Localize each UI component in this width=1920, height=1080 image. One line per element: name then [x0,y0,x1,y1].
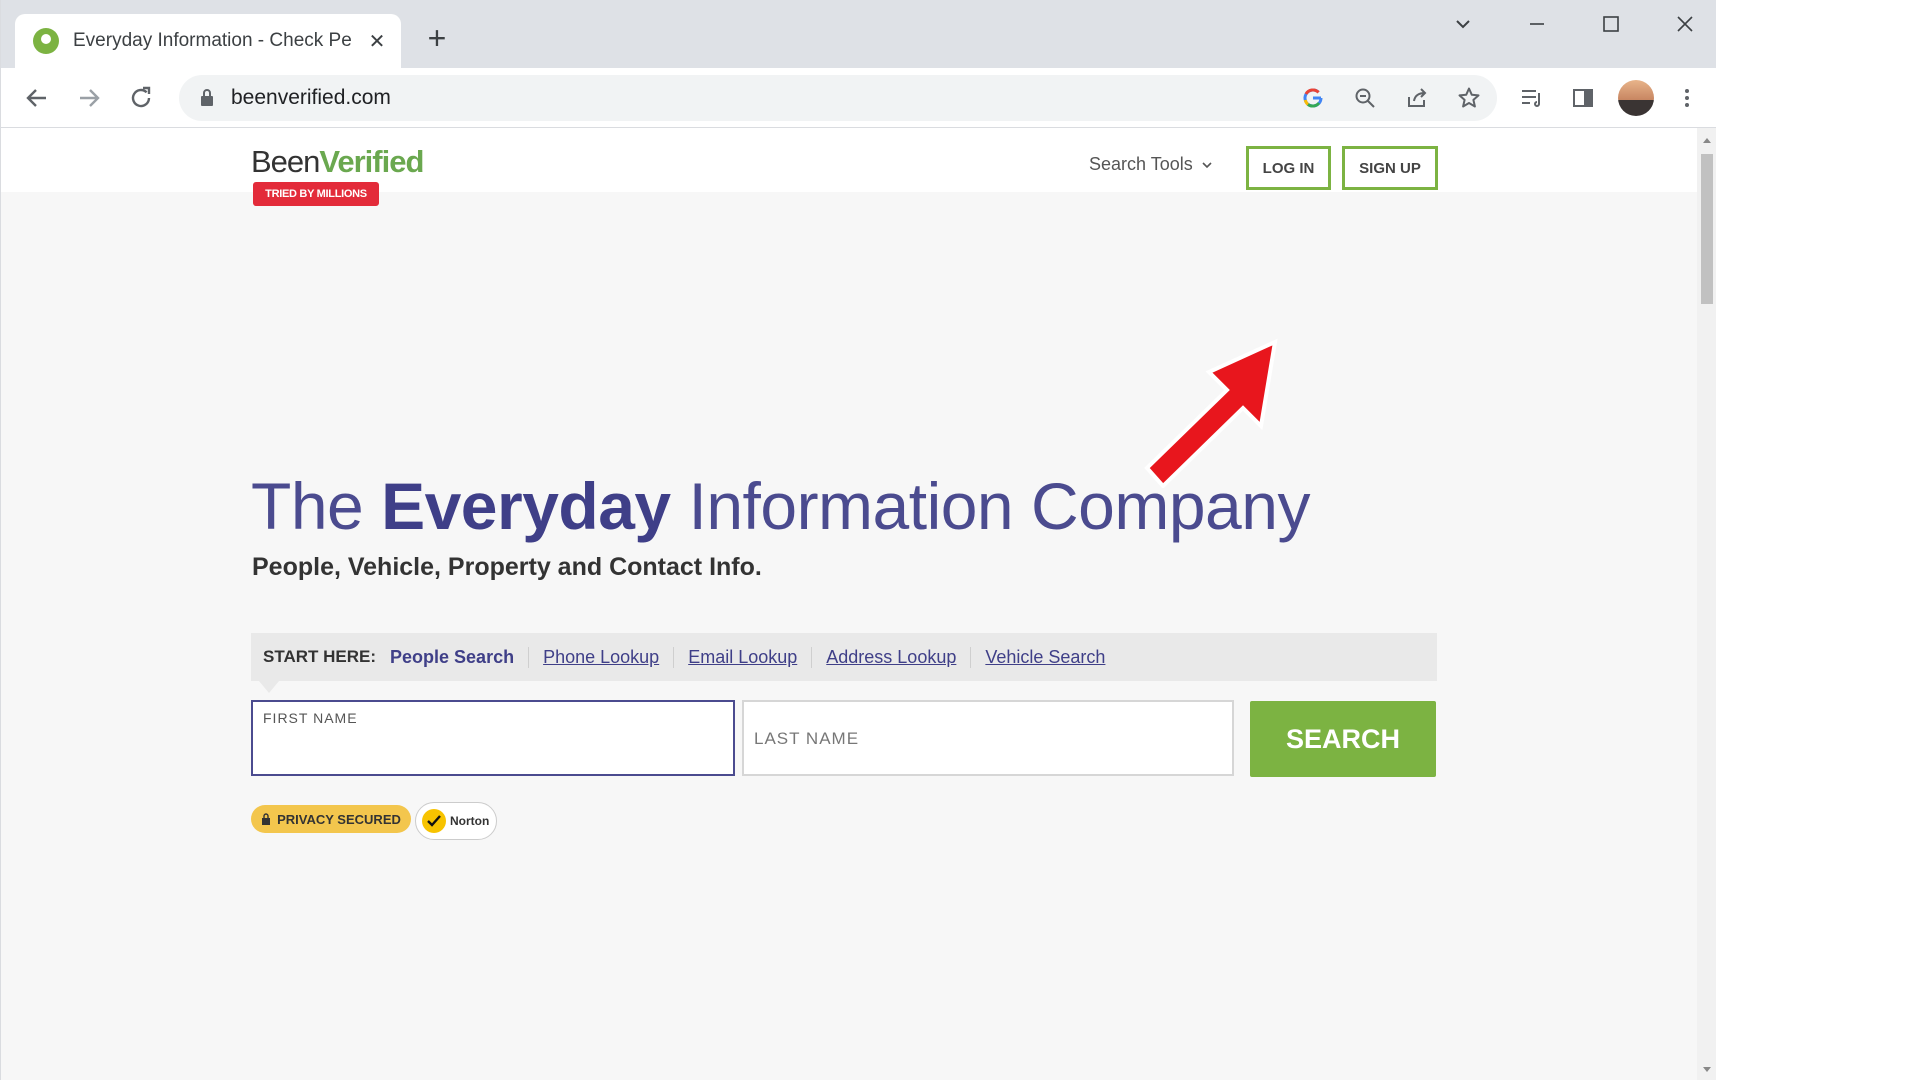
tab-title: Everyday Information - Check Pe [73,30,352,51]
browser-window: Everyday Information - Check Pe ✕ + been… [0,0,1716,1080]
address-bar[interactable]: beenverified.com [179,75,1497,121]
chevron-down-icon [1202,161,1212,168]
logo-badge: TRIED BY MILLIONS [253,182,379,206]
search-tools-menu[interactable]: Search Tools [1089,154,1213,175]
search-button[interactable]: SEARCH [1250,701,1436,777]
lock-icon[interactable] [197,88,217,108]
browser-toolbar: beenverified.com [1,68,1716,128]
tab-search-chevron-icon[interactable] [1437,6,1489,42]
star-icon[interactable] [1453,83,1485,113]
scrollbar-thumb[interactable] [1701,154,1713,304]
search-tools-label: Search Tools [1089,154,1193,174]
tab-vehicle-search[interactable]: Vehicle Search [970,646,1119,668]
hero-title-pre: The [251,469,382,543]
reading-list-icon[interactable] [1516,82,1548,114]
site-favicon-icon [33,28,59,54]
site-header: BeenVerified TRIED BY MILLIONS Search To… [1,128,1697,206]
norton-badge: Norton [415,802,497,840]
start-here-label: START HERE: [263,647,377,666]
privacy-secured-text: PRIVACY SECURED [277,811,401,827]
reload-icon[interactable] [121,78,161,118]
maximize-icon[interactable] [1585,6,1637,42]
tab-close-icon[interactable]: ✕ [365,29,389,53]
tab-people-search[interactable]: People Search [390,647,528,668]
more-menu-icon[interactable] [1671,82,1703,114]
first-name-label: FIRST NAME [263,710,358,726]
logo-text-plain: Been [251,144,320,179]
profile-avatar[interactable] [1618,80,1654,116]
start-bar-pointer [259,681,279,693]
scroll-up-icon[interactable] [1702,136,1712,144]
forward-arrow-icon[interactable] [69,78,109,118]
lock-icon [262,813,271,825]
privacy-secured-badge: PRIVACY SECURED [251,805,411,833]
logo-text-accent: Verified [319,144,424,179]
url-text[interactable]: beenverified.com [231,86,391,110]
last-name-label: LAST NAME [754,729,860,748]
browser-tab[interactable]: Everyday Information - Check Pe ✕ [15,14,401,68]
minimize-icon[interactable] [1511,6,1563,42]
tab-address-lookup[interactable]: Address Lookup [811,646,970,668]
scroll-down-icon[interactable] [1702,1066,1712,1074]
norton-text: Norton [450,814,490,828]
log-in-button[interactable]: LOG IN [1246,146,1331,190]
close-window-icon[interactable] [1659,6,1711,42]
checkmark-icon [422,809,446,833]
new-tab-plus-icon[interactable]: + [421,22,453,54]
zoom-icon[interactable] [1349,83,1381,113]
side-panel-icon[interactable] [1567,82,1599,114]
first-name-field[interactable]: FIRST NAME [251,700,735,776]
web-page: BeenVerified TRIED BY MILLIONS Search To… [1,128,1697,1080]
tab-phone-lookup[interactable]: Phone Lookup [528,646,673,668]
google-icon[interactable] [1297,83,1329,113]
red-arrow-annotation-icon [1144,338,1278,488]
back-arrow-icon[interactable] [17,78,57,118]
hero-title-bold: Everyday [381,469,671,543]
page-scrollbar[interactable] [1697,128,1716,1080]
beenverified-logo[interactable]: BeenVerified TRIED BY MILLIONS [251,144,424,206]
share-icon[interactable] [1401,83,1433,113]
tab-email-lookup[interactable]: Email Lookup [673,646,811,668]
sign-up-button[interactable]: SIGN UP [1342,146,1438,190]
start-here-bar: START HERE: People Search Phone Lookup E… [251,633,1437,681]
hero-subtitle: People, Vehicle, Property and Contact In… [252,553,762,581]
tab-strip: Everyday Information - Check Pe ✕ + [1,0,1716,68]
last-name-field[interactable]: LAST NAME [742,700,1234,776]
